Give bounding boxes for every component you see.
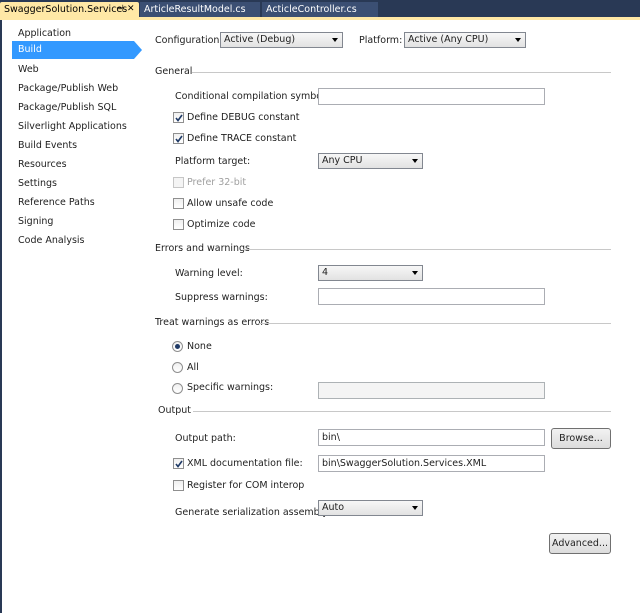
browse-button[interactable]: Browse...	[551, 428, 611, 449]
tab-article-result-model[interactable]: ArticleResultModel.cs	[140, 2, 260, 17]
sidebar-item-signing[interactable]: Signing	[12, 213, 144, 231]
tab-acticle-controller[interactable]: ActicleController.cs	[262, 2, 378, 17]
sidebar-item-build-events[interactable]: Build Events	[12, 137, 144, 155]
sidebar-item-label: Resources	[18, 159, 67, 170]
sidebar-item-label: Signing	[18, 216, 54, 227]
section-divider	[259, 323, 611, 324]
checkmark-icon	[175, 135, 183, 143]
sidebar-item-web[interactable]: Web	[12, 61, 144, 79]
treat-all-radio[interactable]	[172, 362, 183, 373]
output-path-input[interactable]: bin\	[318, 429, 545, 446]
platform-value: Active (Any CPU)	[408, 34, 489, 45]
serialization-assembly-label: Generate serialization assembly:	[175, 507, 331, 518]
platform-label: Platform:	[359, 35, 403, 46]
treat-specific-radio[interactable]	[172, 383, 183, 394]
warning-level-value: 4	[322, 267, 329, 278]
sidebar-item-settings[interactable]: Settings	[12, 175, 144, 193]
xml-documentation-label: XML documentation file:	[187, 458, 303, 469]
checkmark-icon	[175, 114, 183, 122]
sidebar-item-package-publish-sql[interactable]: Package/Publish SQL	[12, 99, 144, 117]
sidebar-item-label: Settings	[18, 178, 57, 189]
register-com-interop-label: Register for COM interop	[187, 480, 305, 491]
prefer-32-bit-checkbox[interactable]	[173, 177, 184, 188]
sidebar-item-label: Application	[18, 28, 72, 39]
xml-documentation-checkbox[interactable]	[173, 458, 184, 469]
suppress-warnings-input[interactable]	[318, 288, 545, 305]
configuration-dropdown[interactable]: Active (Debug)	[220, 32, 343, 48]
prefer-32-bit-label: Prefer 32-bit	[187, 177, 247, 188]
sidebar-item-code-analysis[interactable]: Code Analysis	[12, 232, 144, 250]
sidebar-item-label: Build Events	[18, 140, 78, 151]
sidebar-item-reference-paths[interactable]: Reference Paths	[12, 194, 144, 212]
document-tab-bar: SwaggerSolution.Services ⊣ ✕ ArticleResu…	[0, 0, 640, 17]
optimize-code-checkbox[interactable]	[173, 219, 184, 230]
treat-none-radio[interactable]	[172, 341, 183, 352]
treat-specific-label: Specific warnings:	[187, 382, 274, 393]
define-debug-checkbox[interactable]	[173, 112, 184, 123]
treat-all-label: All	[187, 362, 199, 373]
sidebar-item-label: Code Analysis	[18, 235, 85, 246]
pin-icon[interactable]: ⊣	[116, 2, 124, 17]
sidebar-item-label: Package/Publish SQL	[18, 102, 117, 113]
configuration-label: Configuration:	[155, 35, 223, 46]
chevron-down-icon	[332, 38, 338, 42]
section-title-output: Output	[158, 405, 191, 416]
treat-none-label: None	[187, 341, 212, 352]
specific-warnings-input[interactable]	[318, 382, 545, 399]
platform-target-value: Any CPU	[322, 155, 363, 166]
sidebar-item-label: Build	[18, 44, 42, 55]
sidebar-item-package-publish-web[interactable]: Package/Publish Web	[12, 80, 144, 98]
sidebar: Application Build Web Package/Publish We…	[2, 20, 142, 613]
warning-level-label: Warning level:	[175, 268, 243, 279]
close-icon[interactable]: ✕	[127, 2, 135, 17]
conditional-symbols-input[interactable]	[318, 88, 545, 105]
section-divider	[243, 249, 611, 250]
serialization-assembly-dropdown[interactable]: Auto	[318, 500, 423, 516]
allow-unsafe-code-checkbox[interactable]	[173, 198, 184, 209]
checkmark-icon	[175, 460, 183, 468]
section-divider	[192, 72, 611, 73]
sidebar-item-resources[interactable]: Resources	[12, 156, 144, 174]
output-path-label: Output path:	[175, 433, 236, 444]
sidebar-item-build[interactable]: Build	[12, 41, 142, 59]
serialization-assembly-value: Auto	[322, 502, 345, 513]
section-title-treat-warnings: Treat warnings as errors	[155, 317, 270, 328]
configuration-value: Active (Debug)	[224, 34, 296, 45]
platform-target-dropdown[interactable]: Any CPU	[318, 153, 423, 169]
section-title-errors-warnings: Errors and warnings	[155, 243, 251, 254]
tab-project-properties[interactable]: SwaggerSolution.Services ⊣ ✕	[0, 2, 139, 17]
chevron-down-icon	[412, 159, 418, 163]
register-com-interop-checkbox[interactable]	[173, 480, 184, 491]
optimize-code-label: Optimize code	[187, 219, 256, 230]
section-divider	[193, 411, 611, 412]
conditional-symbols-label: Conditional compilation symbols:	[175, 91, 333, 102]
tab-label: ArticleResultModel.cs	[144, 4, 246, 15]
define-debug-label: Define DEBUG constant	[187, 112, 300, 123]
define-trace-checkbox[interactable]	[173, 133, 184, 144]
platform-target-label: Platform target:	[175, 156, 251, 167]
section-title-general: General	[155, 66, 193, 77]
tab-label: ActicleController.cs	[266, 4, 357, 15]
sidebar-item-label: Package/Publish Web	[18, 83, 119, 94]
sidebar-item-application[interactable]: Application	[12, 25, 144, 43]
chevron-down-icon	[515, 38, 521, 42]
allow-unsafe-code-label: Allow unsafe code	[187, 198, 274, 209]
define-trace-label: Define TRACE constant	[187, 133, 297, 144]
sidebar-item-label: Web	[18, 64, 39, 75]
chevron-down-icon	[412, 506, 418, 510]
sidebar-item-label: Reference Paths	[18, 197, 95, 208]
advanced-button[interactable]: Advanced...	[549, 533, 611, 554]
suppress-warnings-label: Suppress warnings:	[175, 292, 268, 303]
sidebar-item-silverlight-applications[interactable]: Silverlight Applications	[12, 118, 144, 136]
chevron-down-icon	[412, 271, 418, 275]
xml-documentation-input[interactable]: bin\SwaggerSolution.Services.XML	[318, 455, 545, 472]
warning-level-dropdown[interactable]: 4	[318, 265, 423, 281]
platform-dropdown[interactable]: Active (Any CPU)	[404, 32, 526, 48]
sidebar-item-label: Silverlight Applications	[18, 121, 127, 132]
tab-label: SwaggerSolution.Services	[4, 4, 128, 15]
